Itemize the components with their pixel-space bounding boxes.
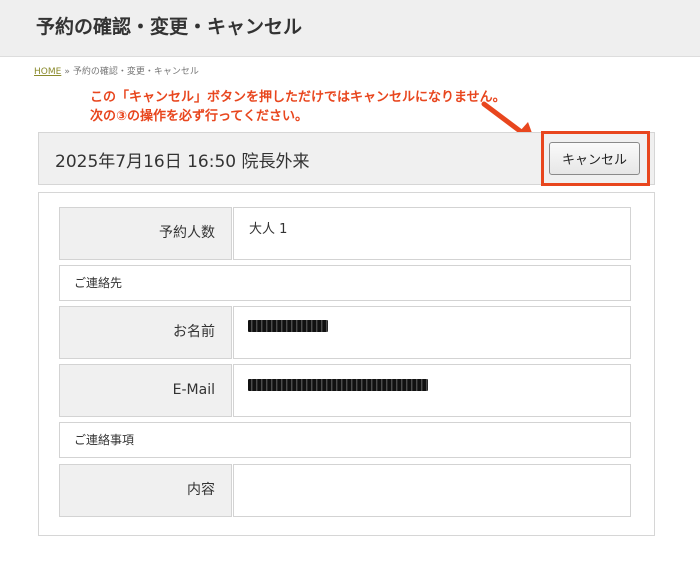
content-label: 内容 — [59, 464, 232, 517]
content-value — [233, 464, 631, 517]
breadcrumb-current: 予約の確認・変更・キャンセル — [72, 67, 199, 77]
cancel-notice-line2: 次の③の操作を必ず行ってください。 — [90, 109, 308, 124]
redacted-email — [248, 379, 428, 391]
cancel-button[interactable]: キャンセル — [549, 142, 640, 175]
breadcrumb-home-link[interactable]: HOME — [34, 67, 61, 77]
breadcrumb-separator: » — [64, 67, 70, 77]
name-value — [233, 306, 631, 359]
page-title: 予約の確認・変更・キャンセル — [36, 16, 303, 38]
name-label: お名前 — [59, 306, 232, 359]
breadcrumb: HOME» 予約の確認・変更・キャンセル — [34, 64, 199, 77]
email-label: E-Mail — [59, 364, 232, 417]
contact-section-header: ご連絡先 — [59, 265, 631, 301]
party-size-value: 大人 1 — [233, 207, 631, 260]
cancel-notice: この「キャンセル」ボタンを押しただけではキャンセルになりません。 次の③の操作を… — [90, 88, 506, 126]
cancel-notice-line1: この「キャンセル」ボタンを押しただけではキャンセルになりません。 — [90, 90, 506, 105]
party-size-label: 予約人数 — [59, 207, 232, 260]
reservation-title: 2025年7月16日 16:50 院長外来 — [55, 152, 310, 172]
redacted-name — [248, 320, 328, 332]
email-value — [233, 364, 631, 417]
notes-section-header: ご連絡事項 — [59, 422, 631, 458]
page-header: 予約の確認・変更・キャンセル — [0, 0, 700, 57]
